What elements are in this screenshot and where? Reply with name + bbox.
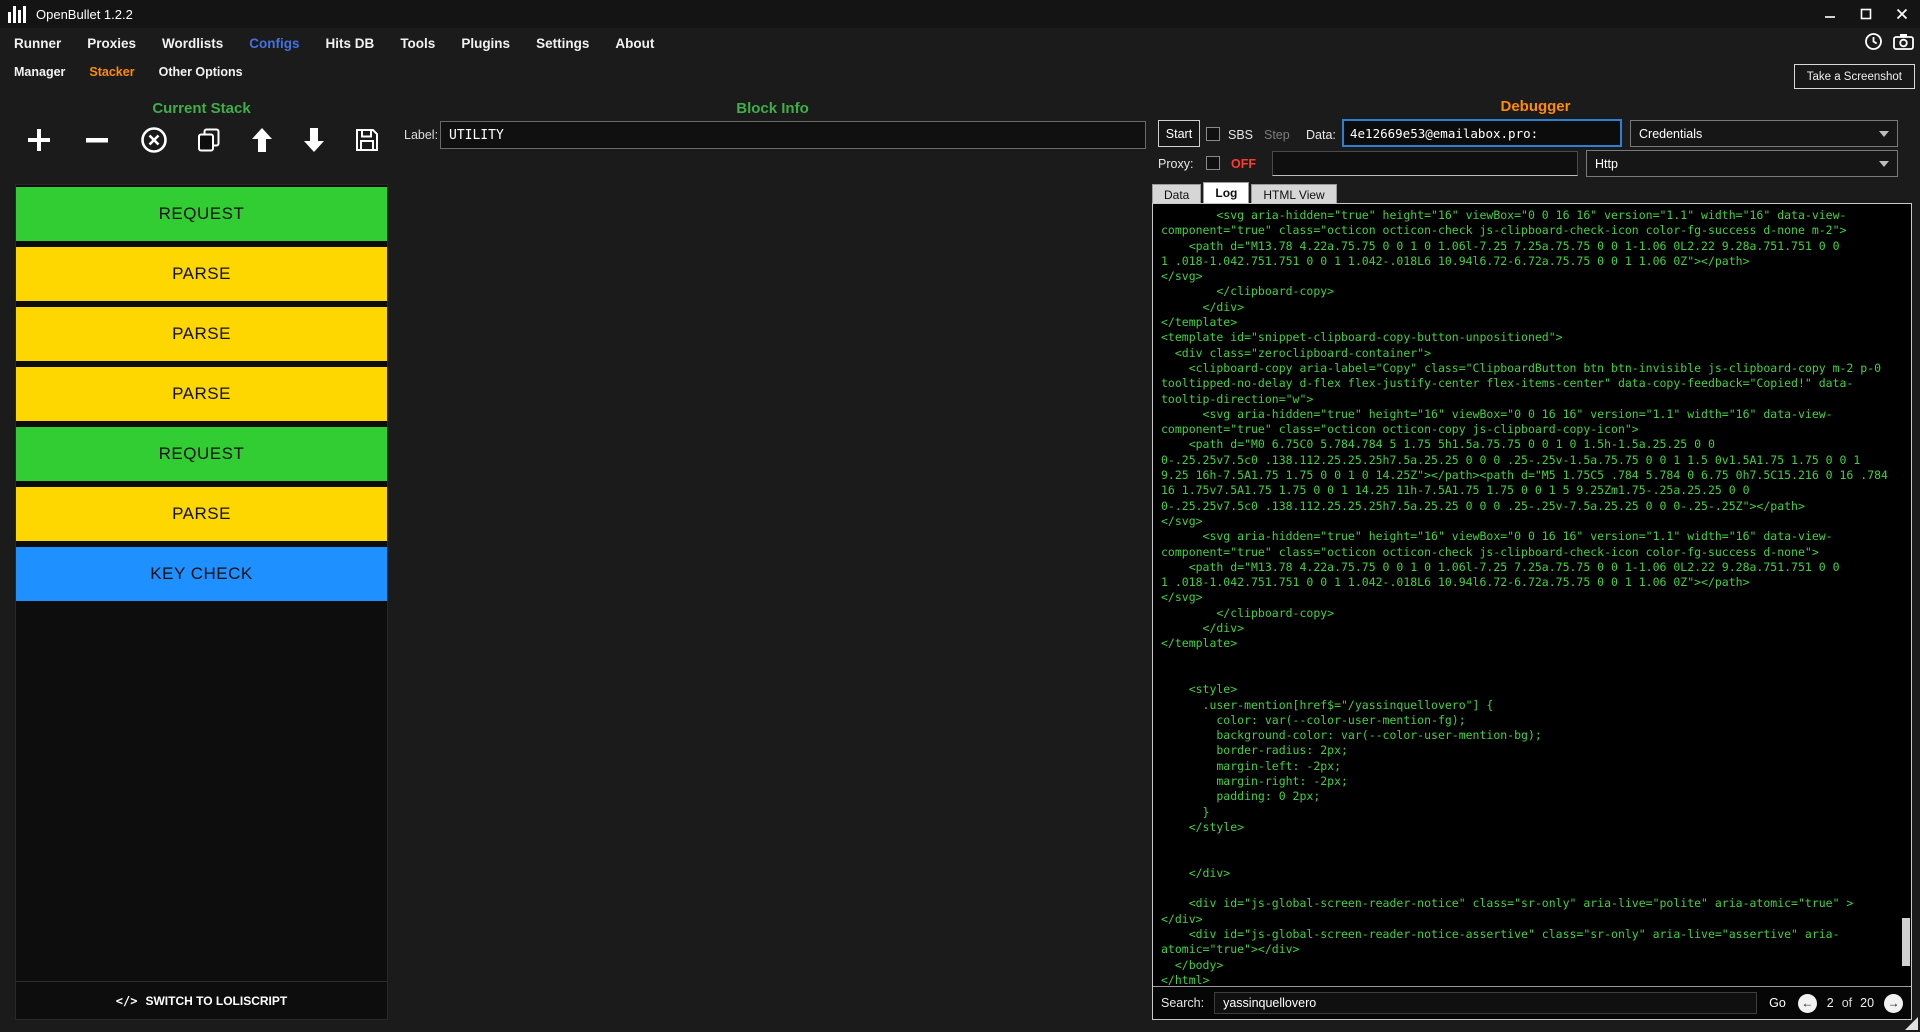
log-search-bar: Search: Go ← 2 of 20 → <box>1153 986 1911 1019</box>
menu-wordlists[interactable]: Wordlists <box>162 36 223 51</box>
camera-icon[interactable] <box>1893 33 1914 55</box>
next-match-icon[interactable]: → <box>1884 994 1903 1013</box>
window-resize-grip[interactable] <box>1905 1017 1918 1030</box>
submenu-stacker[interactable]: Stacker <box>89 65 134 79</box>
menubar-icons <box>1864 32 1914 56</box>
match-of-label: of <box>1842 996 1852 1010</box>
move-down-icon[interactable] <box>302 126 326 154</box>
save-config-icon[interactable] <box>354 127 380 153</box>
configs-submenu: Manager Stacker Other Options <box>0 58 1920 86</box>
tab-log[interactable]: Log <box>1203 182 1249 205</box>
data-caption: Data: <box>1306 128 1336 142</box>
menu-proxies[interactable]: Proxies <box>87 36 136 51</box>
code-icon: </> <box>116 994 138 1008</box>
remove-block-icon[interactable] <box>82 125 112 155</box>
menu-settings[interactable]: Settings <box>536 36 589 51</box>
window-controls <box>1812 0 1920 28</box>
minimize-icon[interactable] <box>1812 0 1848 28</box>
stack-toolbar <box>24 120 380 160</box>
chevron-down-icon <box>1879 131 1889 137</box>
stack-block-parse[interactable]: PARSE <box>16 307 387 361</box>
take-screenshot-button[interactable]: Take a Screenshot <box>1794 64 1915 89</box>
block-label-caption: Label: <box>404 128 438 142</box>
debugger-header: Debugger <box>1151 98 1920 115</box>
match-total: 20 <box>1860 996 1874 1010</box>
proxy-type-value: Http <box>1595 157 1618 171</box>
close-icon[interactable] <box>1884 0 1920 28</box>
block-label-input[interactable] <box>440 121 1146 149</box>
proxy-caption: Proxy: <box>1158 157 1193 171</box>
match-position: 2 <box>1827 996 1834 1010</box>
current-stack-header: Current Stack <box>15 100 388 117</box>
clock-icon[interactable] <box>1864 32 1883 56</box>
switch-to-loliscript-button[interactable]: </> SWITCH TO LOLISCRIPT <box>16 981 387 1019</box>
menu-plugins[interactable]: Plugins <box>461 36 510 51</box>
debugger-log-box: <svg aria-hidden="true" height="16" view… <box>1152 203 1912 1020</box>
stack-block-parse[interactable]: PARSE <box>16 487 387 541</box>
chevron-down-icon <box>1879 161 1889 167</box>
proxy-input[interactable] <box>1272 151 1578 176</box>
search-go-button[interactable]: Go <box>1769 996 1786 1010</box>
menu-hitsdb[interactable]: Hits DB <box>326 36 375 51</box>
menu-runner[interactable]: Runner <box>14 36 61 51</box>
submenu-other-options[interactable]: Other Options <box>159 65 243 79</box>
move-up-icon[interactable] <box>250 126 274 154</box>
step-button[interactable]: Step <box>1264 128 1290 142</box>
log-scrollbar[interactable] <box>1901 206 1910 983</box>
tab-html-view[interactable]: HTML View <box>1251 184 1336 205</box>
stack-block-request[interactable]: REQUEST <box>16 427 387 481</box>
log-search-input[interactable] <box>1214 992 1757 1014</box>
wordlist-type-value: Credentials <box>1639 127 1702 141</box>
titlebar: OpenBullet 1.2.2 <box>0 0 1920 28</box>
sbs-label: SBS <box>1228 128 1253 142</box>
menu-about[interactable]: About <box>615 36 654 51</box>
stack-block-keycheck[interactable]: KEY CHECK <box>16 547 387 601</box>
debugger-log[interactable]: <svg aria-hidden="true" height="16" view… <box>1153 204 1899 985</box>
previous-match-icon[interactable]: ← <box>1798 994 1817 1013</box>
disable-block-icon[interactable] <box>140 126 168 154</box>
stack-panel: REQUEST PARSE PARSE PARSE REQUEST PARSE … <box>15 184 388 1020</box>
start-button[interactable]: Start <box>1158 120 1200 147</box>
submenu-manager[interactable]: Manager <box>14 65 65 79</box>
openbullet-logo-icon <box>8 6 26 23</box>
stack-block-request[interactable]: REQUEST <box>16 187 387 241</box>
stack-block-parse[interactable]: PARSE <box>16 247 387 301</box>
switch-to-loliscript-label: SWITCH TO LOLISCRIPT <box>145 994 287 1008</box>
menu-tools[interactable]: Tools <box>400 36 435 51</box>
add-block-icon[interactable] <box>24 125 54 155</box>
debugger-data-input[interactable] <box>1342 119 1622 147</box>
search-caption: Search: <box>1161 996 1204 1010</box>
proxy-checkbox[interactable] <box>1206 156 1220 170</box>
maximize-icon[interactable] <box>1848 0 1884 28</box>
block-info-header: Block Info <box>400 100 1145 117</box>
wordlist-type-dropdown[interactable]: Credentials <box>1630 120 1898 147</box>
menu-configs[interactable]: Configs <box>249 36 299 51</box>
stack-block-parse[interactable]: PARSE <box>16 367 387 421</box>
main-menu: Runner Proxies Wordlists Configs Hits DB… <box>0 28 1920 58</box>
tab-data[interactable]: Data <box>1152 184 1201 205</box>
log-scrollbar-thumb[interactable] <box>1902 918 1910 966</box>
debugger-tabs: Data Log HTML View <box>1152 182 1339 205</box>
proxy-type-dropdown[interactable]: Http <box>1586 150 1898 177</box>
sbs-checkbox[interactable] <box>1206 127 1220 141</box>
proxy-off-badge: OFF <box>1231 157 1256 171</box>
window-title: OpenBullet 1.2.2 <box>36 7 133 22</box>
clone-block-icon[interactable] <box>196 127 222 153</box>
